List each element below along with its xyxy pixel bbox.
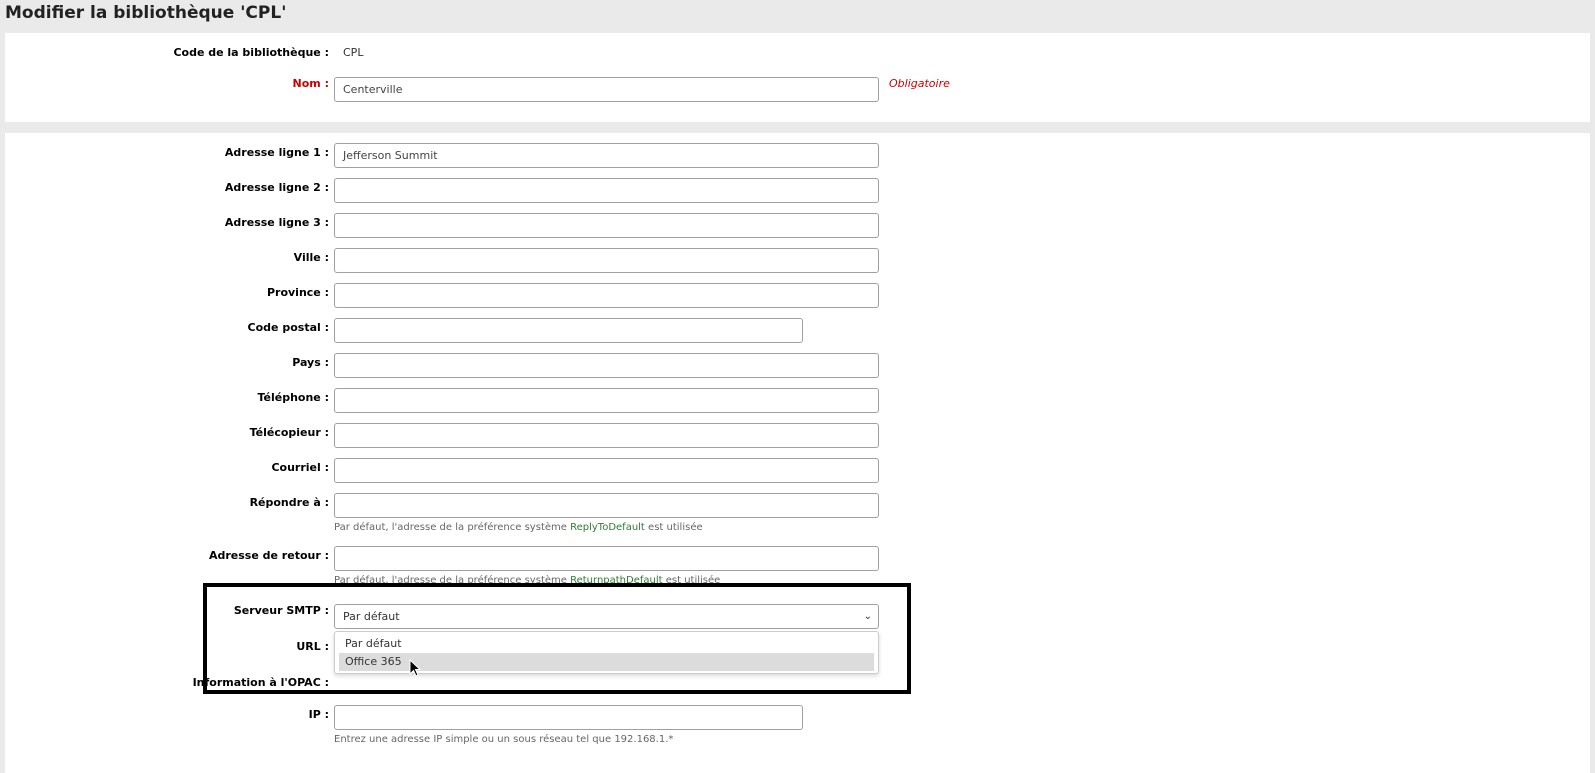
postal-code-input[interactable] xyxy=(334,318,803,343)
ip-hint: Entrez une adresse IP simple ou un sous … xyxy=(334,734,674,745)
reply-to-input[interactable] xyxy=(334,493,879,518)
required-note: Obligatoire xyxy=(889,77,950,90)
reply-to-pref-link[interactable]: ReplyToDefault xyxy=(570,522,645,533)
phone-label: Téléphone : xyxy=(257,391,329,404)
name-label: Nom : xyxy=(292,77,329,90)
highlight-frame xyxy=(203,583,911,694)
reply-to-hint-text: Par défaut, l'adresse de la préférence s… xyxy=(334,522,567,533)
address2-label: Adresse ligne 2 : xyxy=(224,181,329,194)
address3-label: Adresse ligne 3 : xyxy=(224,216,329,229)
email-input[interactable] xyxy=(334,458,879,483)
ip-input[interactable] xyxy=(334,705,803,730)
return-path-input[interactable] xyxy=(334,546,879,571)
name-input[interactable]: Centerville xyxy=(334,77,879,102)
library-code-value: CPL xyxy=(343,46,364,59)
return-path-label: Adresse de retour : xyxy=(208,549,329,562)
email-label: Courriel : xyxy=(271,461,329,474)
address1-input[interactable]: Jefferson Summit xyxy=(334,143,879,168)
address3-input[interactable] xyxy=(334,213,879,238)
fax-input[interactable] xyxy=(334,423,879,448)
library-code-label: Code de la bibliothèque : xyxy=(173,46,329,59)
reply-to-hint-suffix: est utilisée xyxy=(648,522,703,533)
reply-to-hint: Par défaut, l'adresse de la préférence s… xyxy=(334,522,703,533)
fax-label: Télécopieur : xyxy=(249,426,329,439)
province-label: Province : xyxy=(266,286,329,299)
country-input[interactable] xyxy=(334,353,879,378)
page-title: Modifier la bibliothèque 'CPL' xyxy=(5,3,287,23)
postal-code-label: Code postal : xyxy=(247,321,329,334)
address2-input[interactable] xyxy=(334,178,879,203)
city-label: Ville : xyxy=(293,251,329,264)
reply-to-label: Répondre à : xyxy=(249,496,329,509)
ip-label: IP : xyxy=(308,708,329,721)
country-label: Pays : xyxy=(292,356,329,369)
city-input[interactable] xyxy=(334,248,879,273)
phone-input[interactable] xyxy=(334,388,879,413)
province-input[interactable] xyxy=(334,283,879,308)
address1-label: Adresse ligne 1 : xyxy=(224,146,329,159)
mouse-cursor-icon xyxy=(409,659,421,677)
